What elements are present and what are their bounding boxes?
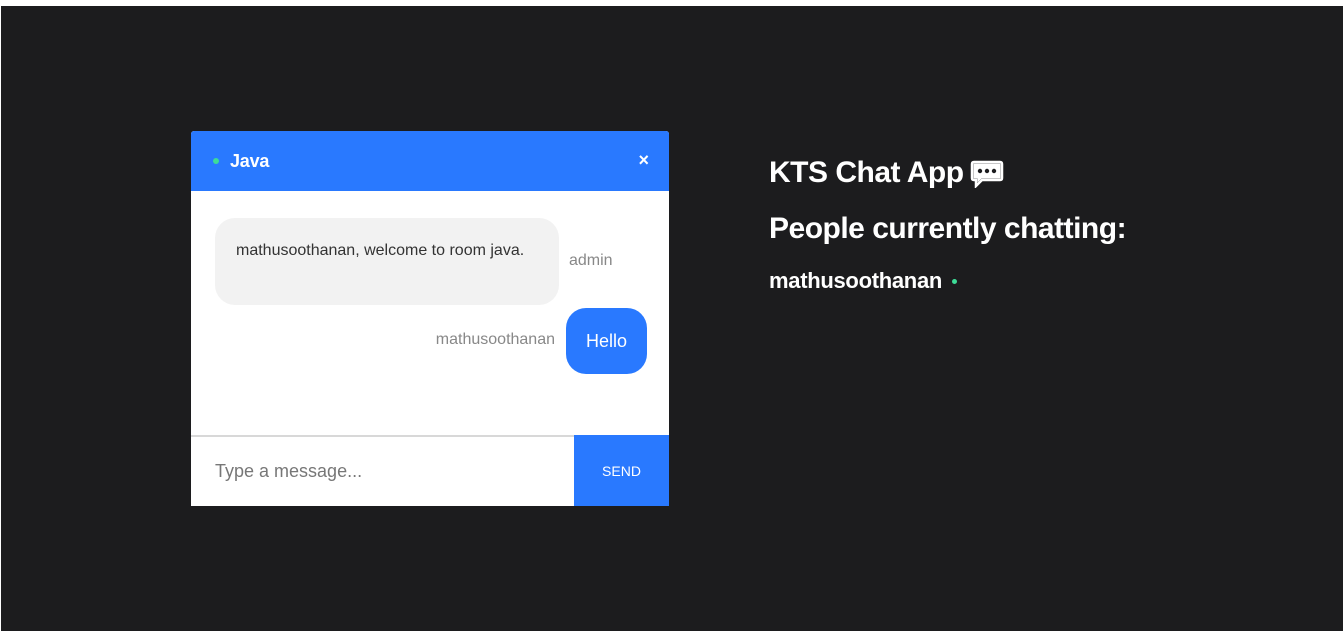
app-background: Java × mathusoothanan, welcome to room j…: [1, 6, 1343, 631]
app-title: KTS Chat App: [769, 156, 964, 189]
close-button[interactable]: ×: [638, 149, 649, 171]
message-bubble-self: Hello: [565, 308, 647, 374]
message-bubble-admin: mathusoothanan, welcome to room java.: [215, 218, 559, 305]
message-input[interactable]: [191, 437, 574, 506]
send-button[interactable]: SEND: [574, 435, 669, 506]
people-heading: People currently chatting:: [769, 212, 1127, 245]
speech-bubble-icon: [970, 160, 1004, 190]
room-name: Java: [230, 150, 270, 171]
app-title-row: KTS Chat App: [769, 156, 1126, 190]
message-sender-self: mathusoothanan: [435, 331, 555, 348]
online-user-name: mathusoothanan: [769, 268, 943, 293]
message-list: mathusoothanan, welcome to room java. ad…: [191, 191, 669, 435]
side-panel: KTS Chat App People currently chatting: …: [769, 156, 1127, 294]
online-dot-icon: [213, 158, 219, 164]
online-dot-icon: [952, 278, 958, 284]
message-composer: SEND: [191, 435, 669, 506]
message-sender-admin: admin: [569, 252, 613, 269]
chat-window: Java × mathusoothanan, welcome to room j…: [191, 131, 669, 506]
online-user-item: mathusoothanan: [769, 268, 1126, 294]
chat-header: Java ×: [191, 131, 669, 191]
